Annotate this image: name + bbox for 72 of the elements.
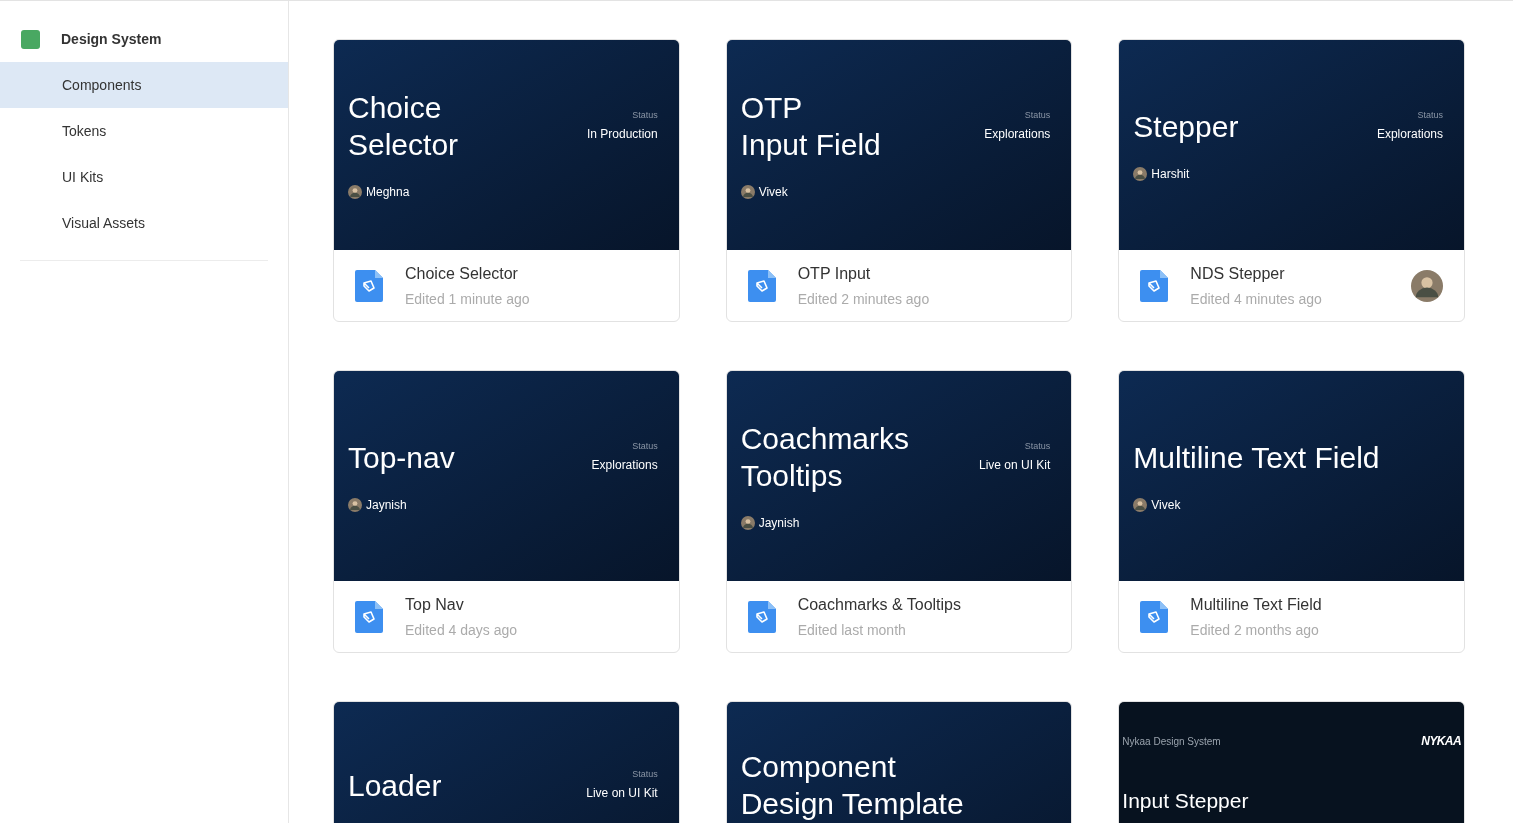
cover-title: Design Template: [740, 786, 964, 822]
file-card[interactable]: Multiline Text Field Vivek Multiline Text Field Edited 2 months ago: [1118, 370, 1465, 653]
edited-time: Edited 4 minutes ago: [1190, 289, 1323, 309]
avatar: [1133, 497, 1148, 512]
file-card[interactable]: Nykaa Design System NYKAA Input Stepper: [1118, 701, 1465, 823]
avatar: [348, 497, 362, 512]
edited-time: Edited 2 months ago: [1190, 620, 1320, 640]
cover-title: OTP: [740, 90, 804, 126]
edited-time: Edited 1 minute ago: [405, 289, 531, 309]
author-name: Jaynish: [758, 515, 800, 532]
cover-title: Top-nav: [348, 439, 455, 476]
design-file-icon: [355, 600, 383, 633]
cover-title: Tooltips: [740, 458, 844, 494]
status-label: Status: [632, 767, 658, 781]
status-label: Status: [1417, 108, 1443, 122]
cover-title: Coachmarks: [740, 421, 910, 457]
cover-title: Component: [740, 749, 897, 785]
status-label: Status: [632, 108, 658, 122]
status-value: Live on UI Kit: [978, 457, 1051, 475]
status-value: Explorations: [591, 457, 658, 475]
status-value: Explorations: [984, 126, 1051, 144]
file-name: Multiline Text Field: [1190, 594, 1323, 615]
file-card[interactable]: Coachmarks Tooltips Status Live on UI Kit Jaynish Coachmarks & Tooltips Edited last month: [725, 370, 1073, 653]
folder-icon: [21, 29, 40, 49]
avatar: [1133, 166, 1148, 181]
file-card[interactable]: Component Design Template: [725, 701, 1073, 823]
status-label: Status: [632, 439, 658, 453]
author-name: Harshit: [1151, 165, 1190, 183]
file-name: Top Nav: [405, 594, 465, 615]
sidebar-item[interactable]: Visual Assets: [0, 200, 288, 246]
status-label: Status: [1024, 108, 1051, 122]
author-name: Vivek: [758, 184, 788, 201]
file-card[interactable]: Top-nav Status Explorations Jaynish Top Nav Edited 4 days ago: [333, 370, 680, 653]
file-card[interactable]: OTP Input Field Status Explorations Vivek OTP Input Edited 2 minutes ago: [725, 39, 1073, 322]
sidebar-item[interactable]: Components: [0, 62, 288, 108]
cover-title: Input Field: [740, 127, 881, 163]
sidebar-item[interactable]: UI Kits: [0, 154, 288, 200]
cover-title: Loader: [348, 767, 442, 804]
cover-title: Stepper: [1133, 108, 1239, 145]
file-name: Coachmarks & Tooltips: [797, 594, 962, 615]
file-card[interactable]: Stepper Status Explorations Harshit NDS Stepper Edited 4 minutes ago: [1118, 39, 1465, 322]
status-label: Status: [1024, 439, 1051, 453]
avatar: [740, 516, 755, 530]
design-file-icon: [1140, 269, 1169, 302]
sidebar-item[interactable]: Tokens: [0, 108, 288, 154]
avatar: [740, 185, 755, 199]
edited-time: Edited 4 days ago: [405, 620, 519, 640]
author-name: Meghna: [366, 184, 410, 201]
design-file-icon: [747, 600, 776, 633]
brand-logo: NYKAA: [1421, 733, 1461, 750]
cover-title: Multiline Text Field: [1133, 439, 1380, 476]
file-name: Choice Selector: [405, 263, 519, 284]
cover-title: Input Stepper: [1122, 788, 1250, 814]
design-file-icon: [355, 269, 383, 302]
author-name: Vivek: [1151, 496, 1181, 514]
status-value: In Production: [586, 126, 658, 144]
file-name: OTP Input: [797, 263, 872, 284]
edited-time: Edited 2 minutes ago: [797, 289, 931, 309]
cover-header: Nykaa Design System: [1122, 734, 1221, 749]
file-name: NDS Stepper: [1190, 263, 1286, 284]
sidebar-title: Design System: [61, 29, 162, 49]
cover-title: Choice: [348, 90, 443, 126]
status-value: Explorations: [1376, 126, 1443, 144]
cover-title: Selector: [348, 127, 459, 163]
file-card[interactable]: Choice Selector Status In Production Meghna Choice Selector Edited 1 minute ago: [333, 39, 680, 322]
design-file-icon: [747, 269, 776, 302]
design-file-icon: [1140, 600, 1169, 633]
author-name: Jaynish: [366, 496, 407, 514]
edited-time: Edited last month: [797, 620, 907, 640]
status-value: Live on UI Kit: [586, 785, 658, 803]
avatar: [348, 185, 362, 199]
file-card[interactable]: Loader Status Live on UI Kit: [333, 701, 680, 823]
